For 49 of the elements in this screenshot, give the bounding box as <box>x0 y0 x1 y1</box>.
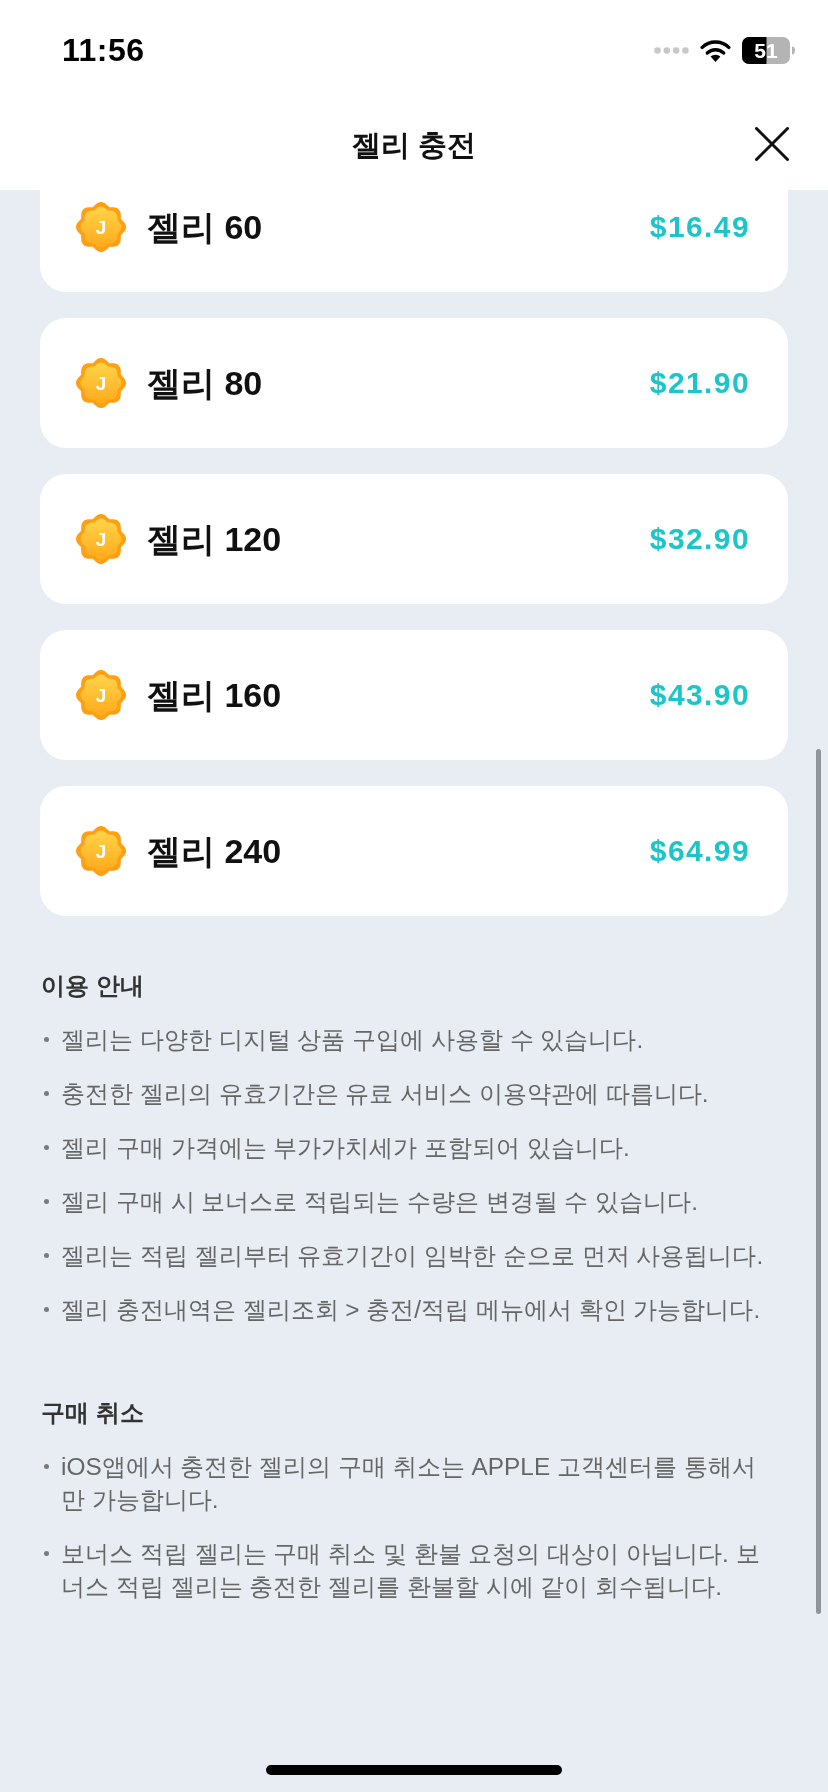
info-text: 젤리 구매 시 보너스로 적립되는 수량은 변경될 수 있습니다. <box>61 1187 699 1217</box>
product-price: $32.90 <box>649 521 750 557</box>
bullet-icon <box>44 1307 49 1312</box>
info-text: iOS앱에서 충전한 젤리의 구매 취소는 APPLE 고객센터를 통해서만 가능합니다. <box>61 1452 757 1515</box>
coin-letter: J <box>95 685 107 705</box>
product-price: $16.49 <box>649 209 750 245</box>
product-name: 젤리 120 <box>147 519 282 559</box>
product-card[interactable]: J 젤리 160 $43.90 <box>40 630 788 760</box>
product-name: 젤리 80 <box>147 363 263 403</box>
product-card[interactable]: J 젤리 120 $32.90 <box>40 474 788 604</box>
product-name: 젤리 160 <box>147 675 282 715</box>
coin-icon <box>76 670 126 720</box>
product-card[interactable]: J 젤리 240 $64.99 <box>40 786 788 916</box>
coin-letter: J <box>95 529 107 549</box>
coin-icon <box>76 202 126 252</box>
bullet-icon <box>44 1464 49 1469</box>
bullet-icon <box>44 1145 49 1150</box>
bullet-icon <box>44 1253 49 1258</box>
status-time: 11:56 <box>62 34 145 66</box>
product-price: $43.90 <box>649 677 750 713</box>
coin-letter: J <box>95 373 107 393</box>
coin-letter: J <box>95 217 107 237</box>
product-price: $21.90 <box>649 365 750 401</box>
section-heading: 이용 안내 <box>41 971 145 1001</box>
wifi-icon <box>700 38 731 62</box>
product-card[interactable]: J 젤리 60 $16.49 <box>40 190 788 292</box>
close-icon <box>755 127 789 161</box>
close-button[interactable] <box>755 127 789 161</box>
coin-icon <box>76 514 126 564</box>
page-title: 젤리 충전 <box>351 128 477 162</box>
product-name: 젤리 240 <box>147 831 282 871</box>
info-text: 젤리는 다양한 디지털 상품 구입에 사용할 수 있습니다. <box>61 1025 645 1055</box>
bullet-icon <box>44 1091 49 1096</box>
product-name: 젤리 60 <box>147 207 263 247</box>
cellular-signal-icon <box>654 46 689 54</box>
bullet-icon <box>44 1037 49 1042</box>
bullet-icon <box>44 1551 49 1556</box>
product-card[interactable]: J 젤리 80 $21.90 <box>40 318 788 448</box>
product-price: $64.99 <box>649 833 750 869</box>
info-text: 젤리 충전내역은 젤리조회 > 충전/적립 메뉴에서 확인 가능합니다. <box>61 1295 762 1325</box>
bullet-icon <box>44 1199 49 1204</box>
coin-icon <box>76 358 126 408</box>
section-heading: 구매 취소 <box>41 1398 145 1428</box>
coin-icon <box>76 826 126 876</box>
info-text: 젤리 구매 가격에는 부가가치세가 포함되어 있습니다. <box>61 1133 631 1163</box>
info-text: 젤리는 적립 젤리부터 유효기간이 임박한 순으로 먼저 사용됩니다. <box>61 1241 765 1271</box>
info-text: 보너스 적립 젤리는 구매 취소 및 환불 요청의 대상이 아닙니다. 보너스 적립 젤리는 충전한 젤리를 환불할 시에 같이 회수됩니다. <box>61 1539 761 1602</box>
coin-letter: J <box>95 841 107 861</box>
info-text: 충전한 젤리의 유효기간은 유료 서비스 이용약관에 따릅니다. <box>61 1079 710 1109</box>
